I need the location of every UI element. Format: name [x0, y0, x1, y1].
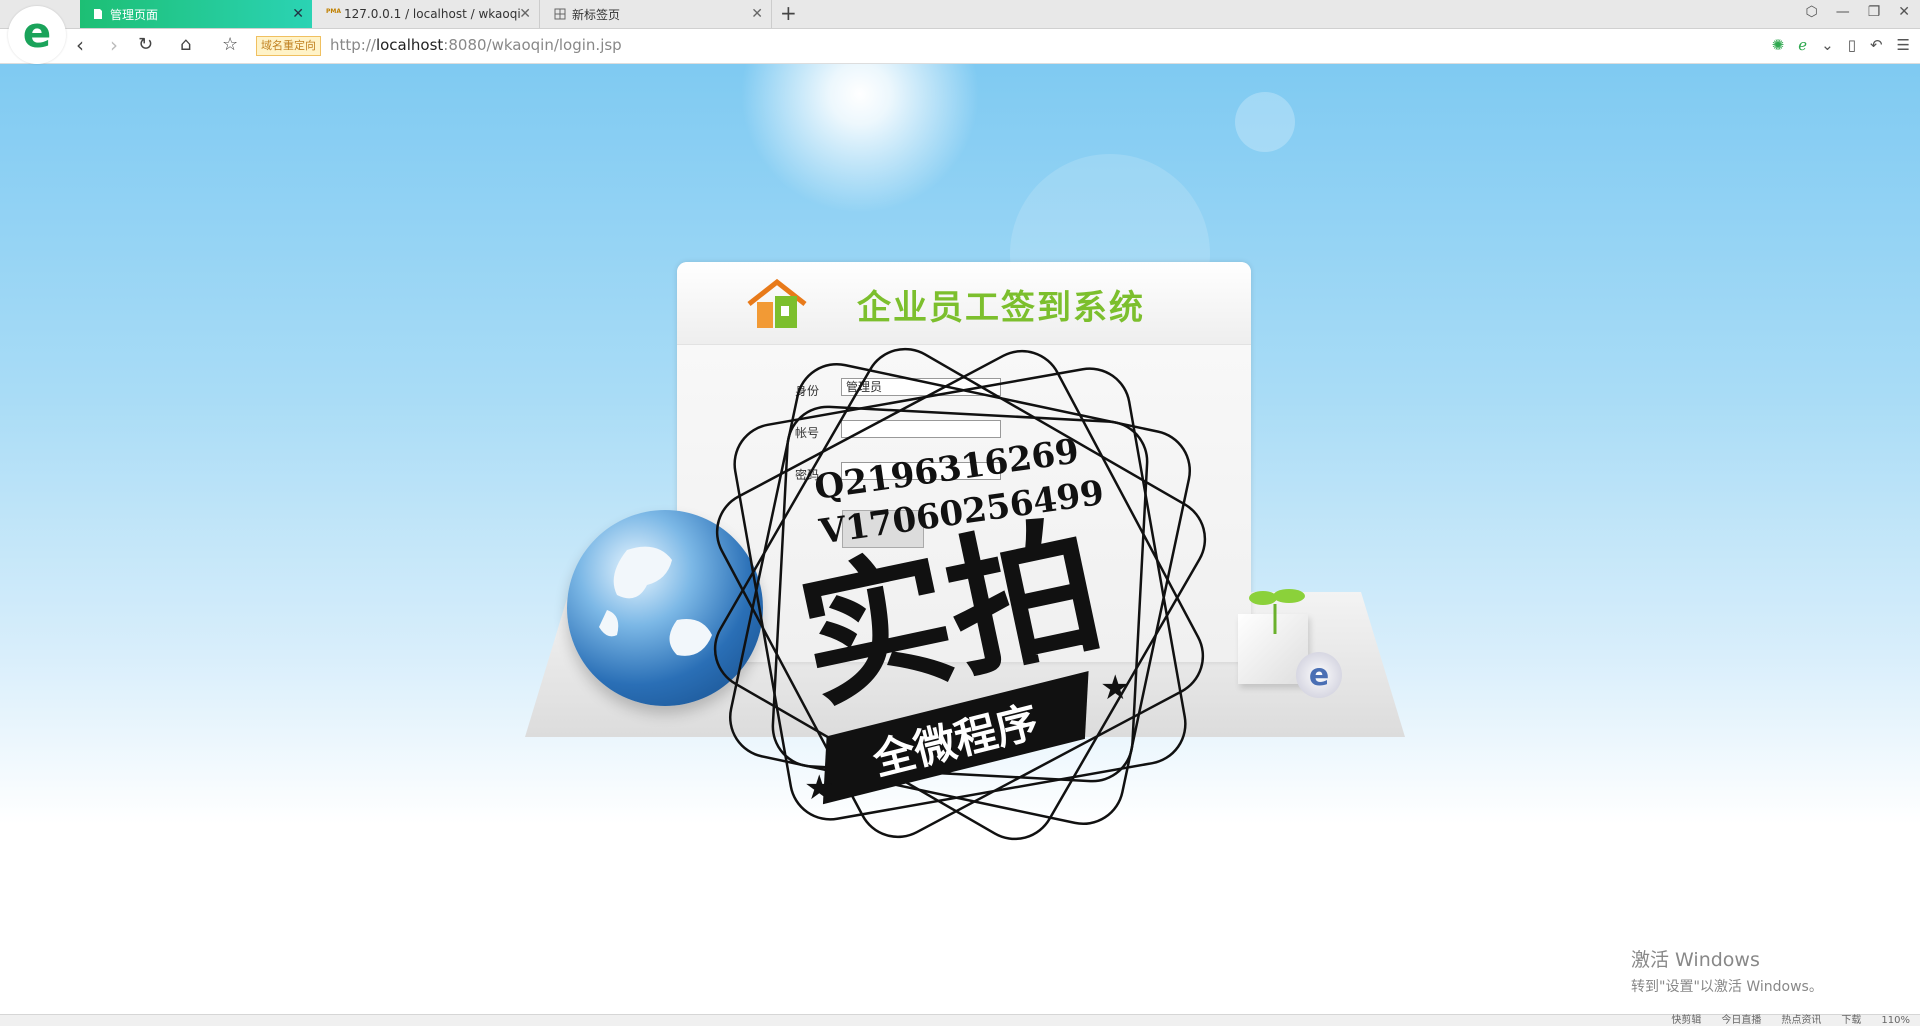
- status-items: 快剪辑 今日直播 热点资讯 下载 110%: [1671, 1015, 1910, 1026]
- browser-logo[interactable]: e: [8, 6, 66, 64]
- tab-label: 管理页面: [110, 7, 159, 22]
- close-window-icon[interactable]: ✕: [1898, 4, 1910, 20]
- tab-label: 127.0.0.1 / localhost / wkaoqi: [344, 7, 521, 21]
- reading-mode-icon[interactable]: ▯: [1848, 36, 1856, 54]
- watermark-stamp: Q2196316269 V17060256499 实拍 全微程序 ★ ★: [713, 347, 1207, 841]
- back-icon[interactable]: ‹: [76, 34, 84, 56]
- new-tab-button[interactable]: +: [780, 3, 797, 23]
- shirt-icon[interactable]: ⬡: [1805, 4, 1817, 20]
- star-icon: ★: [1100, 668, 1130, 708]
- url-prefix: http://: [330, 36, 376, 54]
- undo-icon[interactable]: ↶: [1870, 36, 1883, 54]
- login-page: 企业员工签到系统 身份 管理员 帐号 密码 e Q2196316269 V170…: [0, 64, 1920, 1014]
- activation-title: 激活 Windows: [1631, 949, 1760, 971]
- grid-icon: [554, 8, 566, 20]
- status-item[interactable]: 快剪辑: [1671, 1015, 1701, 1026]
- minimize-icon[interactable]: —: [1836, 4, 1850, 20]
- forward-icon[interactable]: ›: [110, 34, 118, 56]
- lens-flare: [1235, 92, 1295, 152]
- speed-icon[interactable]: ✺: [1772, 36, 1785, 54]
- chevron-down-icon[interactable]: ⌄: [1821, 36, 1834, 54]
- close-icon[interactable]: ✕: [519, 7, 531, 21]
- activation-subtitle: 转到"设置"以激活 Windows。: [1631, 979, 1823, 995]
- reload-icon[interactable]: ↻: [138, 34, 153, 56]
- page-icon: [92, 8, 104, 20]
- url-field[interactable]: http://localhost:8080/wkaoqin/login.jsp: [330, 36, 622, 54]
- windows-activation-notice: 激活 Windows 转到"设置"以激活 Windows。: [1631, 945, 1823, 996]
- panel-header: 企业员工签到系统: [677, 262, 1251, 345]
- tab-phpmyadmin[interactable]: PMA 127.0.0.1 / localhost / wkaoqi ✕: [314, 0, 540, 28]
- zoom-level[interactable]: 110%: [1881, 1015, 1910, 1026]
- url-host: localhost: [375, 36, 444, 54]
- close-icon[interactable]: ✕: [292, 7, 304, 21]
- status-item[interactable]: 热点资讯: [1781, 1015, 1821, 1026]
- sun-decoration: [740, 64, 980, 214]
- tab-new-tab[interactable]: 新标签页 ✕: [542, 0, 772, 28]
- home-icon[interactable]: ⌂: [180, 34, 191, 56]
- phpmyadmin-icon: PMA: [326, 8, 342, 15]
- redirect-badge: 域名重定向: [256, 36, 321, 56]
- system-title: 企业员工签到系统: [857, 288, 1145, 328]
- restore-icon[interactable]: ❐: [1868, 4, 1881, 20]
- e-logo-icon: e: [22, 8, 52, 57]
- star-icon: ★: [804, 768, 834, 808]
- tab-bar: 管理页面 ✕ PMA 127.0.0.1 / localhost / wkaoq…: [0, 0, 1920, 29]
- sprout-icon: [1249, 589, 1305, 634]
- status-item[interactable]: 下载: [1841, 1015, 1861, 1026]
- menu-icon[interactable]: ☰: [1897, 36, 1910, 54]
- e-badge-icon: e: [1296, 652, 1342, 698]
- star-icon[interactable]: ☆: [222, 34, 238, 56]
- close-icon[interactable]: ✕: [751, 7, 763, 21]
- ie-mode-icon[interactable]: ℯ: [1798, 36, 1807, 54]
- window-controls: ⬡ — ❐ ✕: [1805, 4, 1910, 20]
- house-icon: [747, 278, 807, 328]
- tab-label: 新标签页: [572, 7, 621, 22]
- toolbar-right: ✺ ℯ ⌄ ▯ ↶ ☰: [1772, 36, 1910, 54]
- tab-admin-page[interactable]: 管理页面 ✕: [80, 0, 312, 28]
- url-path: :8080/wkaoqin/login.jsp: [443, 36, 622, 54]
- address-bar: ‹ › ↻ ⌂ ☆ 域名重定向 http://localhost:8080/wk…: [0, 29, 1920, 64]
- status-item[interactable]: 今日直播: [1721, 1015, 1761, 1026]
- status-bar: 快剪辑 今日直播 热点资讯 下载 110%: [0, 1014, 1920, 1026]
